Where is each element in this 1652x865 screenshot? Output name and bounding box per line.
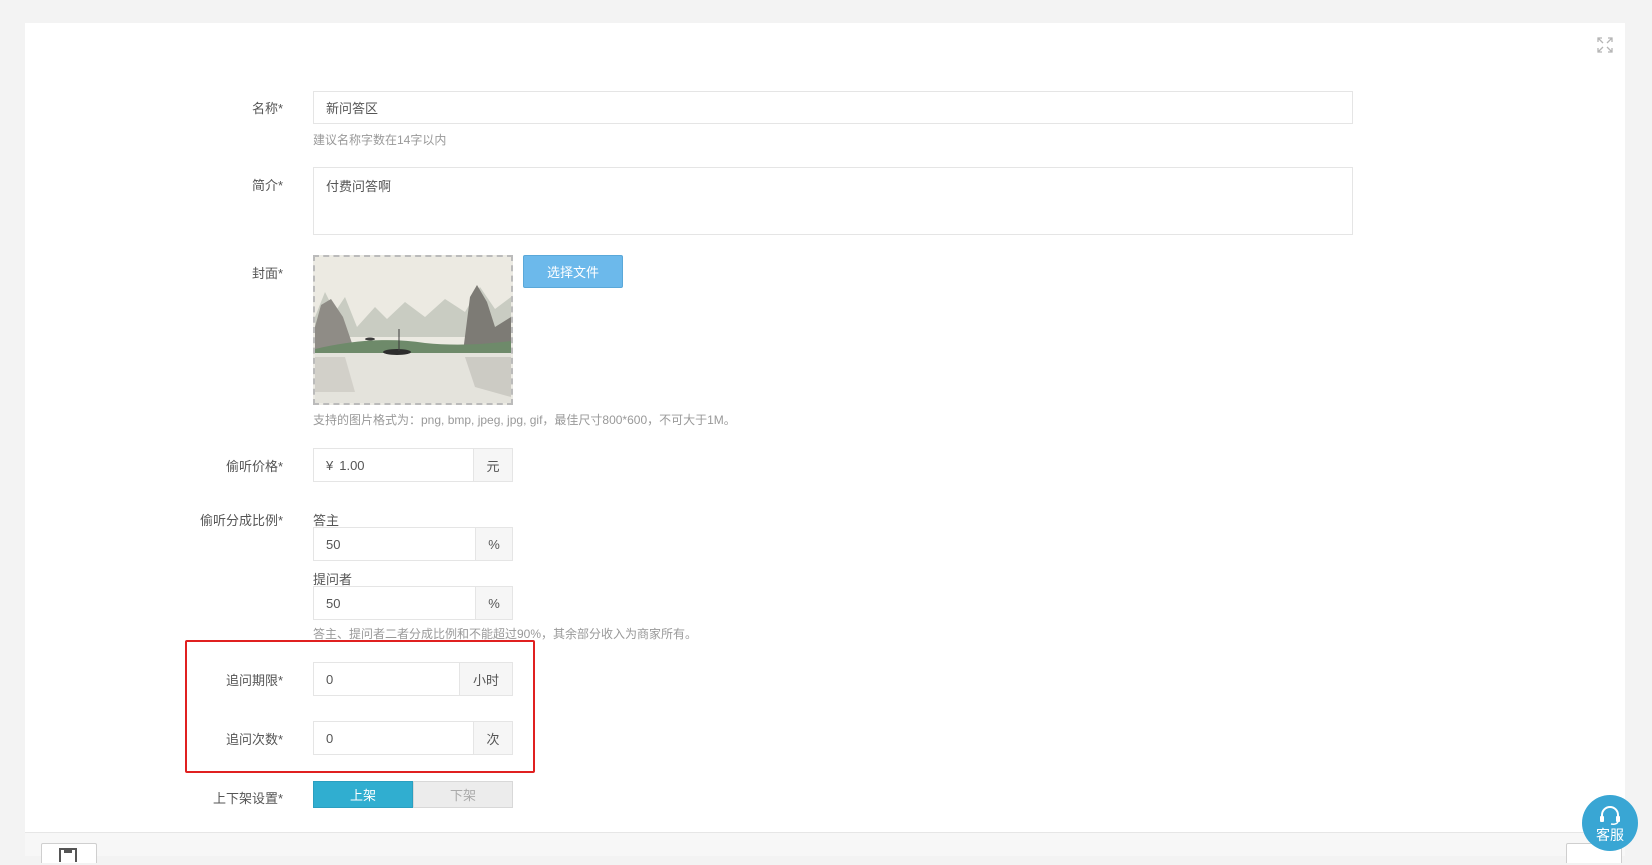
shelf-off-button[interactable]: 下架 xyxy=(413,781,513,808)
asker-share-input[interactable]: 50 xyxy=(313,586,476,620)
cover-label: 封面* xyxy=(251,266,283,281)
followup-count-label: 追问次数* xyxy=(225,732,283,747)
split-label: 偷听分成比例* xyxy=(199,513,283,528)
asker-share-unit: % xyxy=(475,586,513,620)
followup-count-unit: 次 xyxy=(473,721,513,755)
bottom-toolbar xyxy=(25,832,1625,856)
shelf-on-button[interactable]: 上架 xyxy=(313,781,413,808)
shelf-label: 上下架设置* xyxy=(212,791,283,806)
answerer-share-input[interactable]: 50 xyxy=(313,527,476,561)
cover-help: 支持的图片格式为：png, bmp, jpeg, jpg, gif，最佳尺寸80… xyxy=(313,413,736,427)
followup-period-label: 追问期限* xyxy=(225,673,283,688)
name-input[interactable]: 新问答区 xyxy=(313,91,1353,124)
listen-price-unit: 元 xyxy=(473,448,513,482)
answerer-share-unit: % xyxy=(475,527,513,561)
choose-file-button[interactable]: 选择文件 xyxy=(523,255,623,288)
intro-label: 简介* xyxy=(251,178,283,193)
intro-textarea[interactable]: 付费问答啊 xyxy=(313,167,1353,235)
customer-service-button[interactable]: 客服 xyxy=(1582,795,1638,851)
listen-price-input[interactable]: ¥ 1.00 xyxy=(313,448,474,482)
expand-icon[interactable] xyxy=(1597,37,1613,53)
save-icon xyxy=(59,848,77,864)
cover-image[interactable] xyxy=(313,255,513,405)
followup-period-unit: 小时 xyxy=(459,662,513,696)
followup-count-input[interactable]: 0 xyxy=(313,721,474,755)
customer-service-label: 客服 xyxy=(1596,827,1624,843)
followup-period-input[interactable]: 0 xyxy=(313,662,460,696)
listen-price-value: 1.00 xyxy=(339,457,365,473)
currency-prefix: ¥ xyxy=(326,457,334,473)
name-label: 名称* xyxy=(251,101,283,116)
save-icon-button[interactable] xyxy=(41,843,97,864)
headset-icon xyxy=(1600,806,1620,825)
listen-price-label: 偷听价格* xyxy=(225,459,283,474)
name-help: 建议名称字数在14字以内 xyxy=(313,133,447,147)
